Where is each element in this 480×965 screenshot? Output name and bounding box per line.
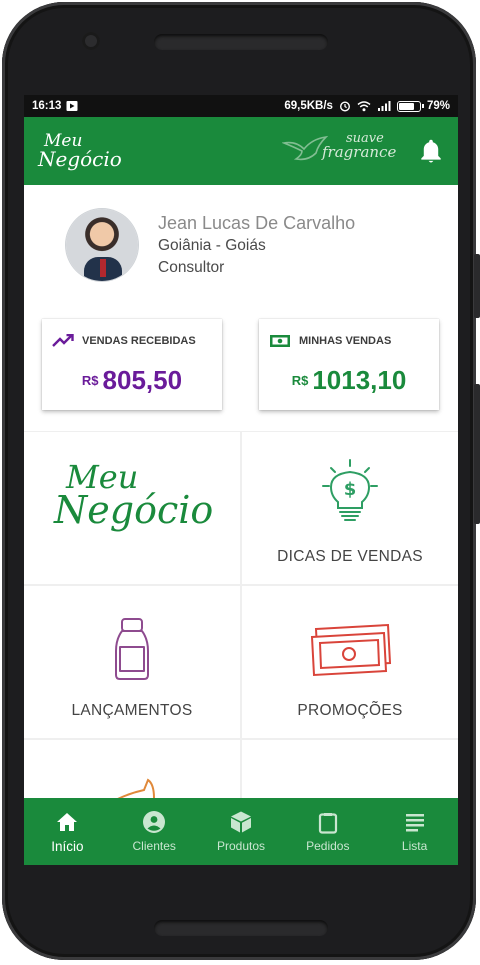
tile-dicas-de-vendas[interactable]: $ DICAS DE VENDAS <box>242 432 458 584</box>
menu-grid: Meu Negócio $ DICAS DE VENDAS LANÇAMENTO… <box>24 432 458 798</box>
sales-received-currency: R$ <box>81 373 99 388</box>
nav-label-lista: Lista <box>401 839 428 853</box>
lancamentos-label: LANÇAMENTOS <box>71 702 193 719</box>
tile-bottom-left[interactable] <box>24 740 240 798</box>
battery-icon <box>396 100 424 112</box>
account-circle-icon <box>143 811 166 833</box>
tile-promocoes[interactable]: PROMOÇÕES <box>242 586 458 738</box>
nav-clientes[interactable]: Clientes <box>111 798 198 865</box>
nav-label-clientes: Clientes <box>132 839 176 853</box>
status-bar: 16:13 69,5KB/s 79% <box>24 95 458 117</box>
battery-level <box>398 102 414 110</box>
list-icon <box>405 814 424 832</box>
banknotes-icon <box>310 623 392 677</box>
tile-logo-line2: Negócio <box>54 488 214 533</box>
alarm-icon <box>339 101 350 112</box>
my-sales-value: 1013,10 <box>312 365 407 395</box>
play-store-icon <box>66 101 78 111</box>
tile-meu-negocio[interactable]: Meu Negócio <box>24 432 240 584</box>
nav-pedidos[interactable]: Pedidos <box>284 798 371 865</box>
tile-bottom-right[interactable] <box>242 740 458 798</box>
main-content: Jean Lucas De Carvalho Goiânia - Goiás C… <box>24 185 458 798</box>
my-sales-label: MINHAS VENDAS <box>299 335 392 347</box>
nav-lista[interactable]: Lista <box>371 798 458 865</box>
home-icon <box>57 813 78 831</box>
meu-negocio-logo: Meu Negócio <box>54 461 214 533</box>
nav-label-pedidos: Pedidos <box>306 839 350 853</box>
nav-produtos[interactable]: Produtos <box>198 798 285 865</box>
bell-icon[interactable] <box>418 137 444 165</box>
net-speed: 69,5KB/s <box>284 100 333 112</box>
brand-logo: suave fragrance <box>322 132 397 162</box>
bottom-nav: Início Clientes Produtos Pedidos Lista <box>24 798 458 865</box>
my-sales-card[interactable]: MINHAS VENDAS R$ 1013,10 <box>259 319 439 410</box>
profile-section: Jean Lucas De Carvalho Goiânia - Goiás C… <box>24 185 458 431</box>
trending-up-icon <box>52 334 74 347</box>
power-button <box>474 384 480 524</box>
screen: 16:13 69,5KB/s 79% Meu Negócio suave fra… <box>24 95 458 865</box>
wifi-icon <box>357 101 371 112</box>
package-icon <box>230 811 251 833</box>
front-camera <box>82 32 100 50</box>
battery-percent: 79% <box>426 100 450 112</box>
sales-received-label: VENDAS RECEBIDAS <box>82 335 196 347</box>
top-speaker <box>154 34 328 50</box>
sales-received-card[interactable]: VENDAS RECEBIDAS R$ 805,50 <box>42 319 222 410</box>
volume-button <box>474 254 480 318</box>
bottle-icon <box>115 618 149 680</box>
phone-frame: 16:13 69,5KB/s 79% Meu Negócio suave fra… <box>2 2 480 960</box>
sales-received-value: 805,50 <box>102 365 183 395</box>
app-bar: Meu Negócio suave fragrance <box>24 117 458 185</box>
brand-line2: fragrance <box>322 143 397 162</box>
megaphone-icon <box>117 778 155 798</box>
svg-text:$: $ <box>344 479 357 500</box>
dicas-label: DICAS DE VENDAS <box>277 548 423 565</box>
signal-icon <box>377 101 391 111</box>
status-time: 16:13 <box>32 100 62 112</box>
money-icon <box>270 335 290 347</box>
avatar <box>66 209 138 281</box>
app-logo-line2: Negócio <box>38 146 122 171</box>
profile-city: Goiânia - Goiás <box>158 237 266 254</box>
app-logo: Meu Negócio <box>38 133 122 171</box>
bottom-speaker <box>154 920 328 936</box>
nav-label-inicio: Início <box>51 839 84 854</box>
nav-inicio[interactable]: Início <box>24 798 111 865</box>
clipboard-icon <box>318 813 337 834</box>
profile-name: Jean Lucas De Carvalho <box>158 213 356 233</box>
nav-label-produtos: Produtos <box>216 839 265 853</box>
promocoes-label: PROMOÇÕES <box>297 702 403 719</box>
lightbulb-dollar-icon: $ <box>322 459 378 521</box>
my-sales-currency: R$ <box>291 373 309 388</box>
profile-role: Consultor <box>158 259 225 276</box>
tile-lancamentos[interactable]: LANÇAMENTOS <box>24 586 240 738</box>
